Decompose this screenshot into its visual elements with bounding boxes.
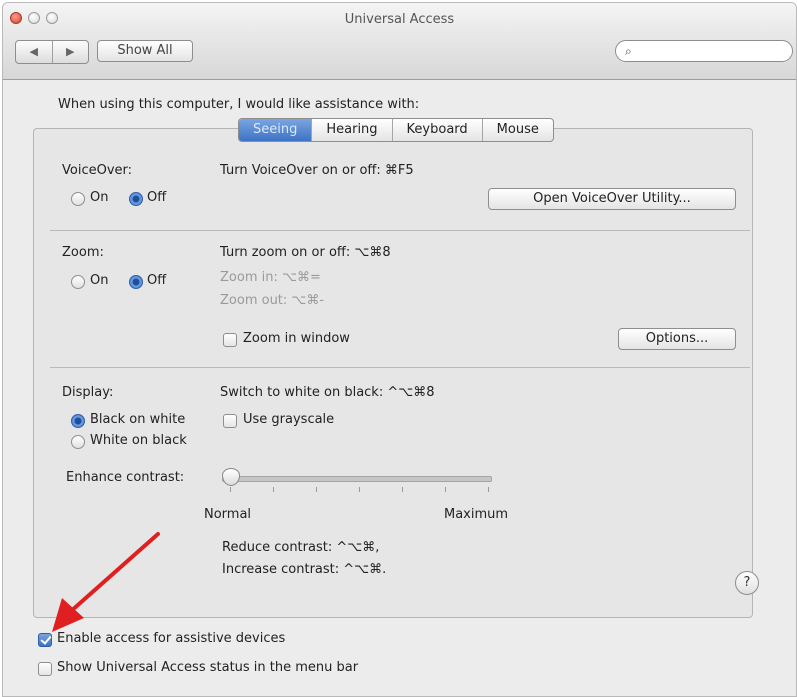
annotation-arrow-shaft (68, 532, 160, 614)
annotation-arrow (52, 532, 160, 632)
